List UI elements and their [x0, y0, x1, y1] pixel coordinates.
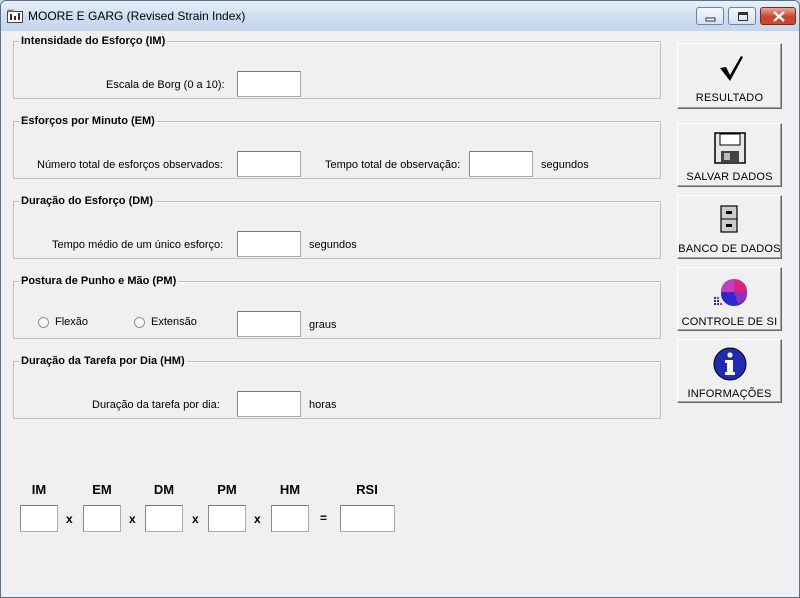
flexion-label: Flexão: [55, 316, 89, 328]
client-area: Intensidade do Esforço (IM) Escala de Bo…: [1, 31, 799, 597]
effort-duration-unit: segundos: [309, 239, 357, 251]
title-bar[interactable]: MOORE E GARG (Revised Strain Index): [1, 1, 799, 31]
observation-time-label: Tempo total de observação:: [325, 159, 461, 171]
group-hm: Duração da Tarefa por Dia (HM) Duração d…: [13, 355, 661, 419]
observation-time-unit: segundos: [541, 159, 589, 171]
result-button-label: RESULTADO: [695, 92, 764, 104]
multiply-operator: x: [254, 512, 261, 526]
group-pm-title: Postura de Punho e Mão (PM): [21, 275, 177, 287]
maximize-icon: [738, 12, 748, 21]
file-cabinet-icon: [720, 205, 738, 233]
app-icon: [7, 9, 23, 23]
window-title: MOORE E GARG (Revised Strain Index): [28, 9, 246, 23]
equals-operator: =: [320, 511, 328, 525]
em-result-box: [83, 505, 121, 532]
effort-count-label: Número total de esforços observados:: [37, 159, 223, 171]
dm-result-box: [145, 505, 183, 532]
result-button[interactable]: RESULTADO: [677, 43, 782, 109]
group-im: Intensidade do Esforço (IM) Escala de Bo…: [13, 35, 661, 99]
group-em: Esforços por Minuto (EM) Número total de…: [13, 115, 661, 179]
em-header: EM: [92, 482, 112, 497]
hm-result-box: [271, 505, 309, 532]
task-duration-label: Duração da tarefa por dia:: [92, 399, 220, 411]
pm-result-box: [208, 505, 246, 532]
posture-angle-unit: graus: [309, 319, 337, 331]
multiply-operator: x: [129, 512, 136, 526]
pie-chart-icon: [714, 278, 748, 306]
information-button-label: INFORMAÇÕES: [687, 388, 772, 400]
group-dm: Duração do Esforço (DM) Tempo médio de u…: [13, 195, 661, 259]
group-pm: Postura de Punho e Mão (PM) Flexão Exten…: [13, 275, 661, 339]
flexion-radio[interactable]: [38, 317, 49, 328]
posture-angle-input[interactable]: [237, 311, 301, 337]
information-button[interactable]: INFORMAÇÕES: [677, 339, 782, 403]
maximize-button[interactable]: [728, 7, 756, 25]
floppy-disk-icon: [714, 132, 746, 164]
group-dm-title: Duração do Esforço (DM): [21, 195, 154, 207]
im-result-box: [20, 505, 58, 532]
extension-radio[interactable]: [134, 317, 145, 328]
minimize-icon: [705, 17, 716, 22]
multiply-operator: x: [66, 512, 73, 526]
task-duration-unit: horas: [309, 399, 337, 411]
pm-header: PM: [217, 482, 237, 497]
multiply-operator: x: [192, 512, 199, 526]
minimize-button[interactable]: [696, 7, 724, 25]
checkmark-icon: [720, 56, 743, 81]
extension-label: Extensão: [151, 316, 197, 328]
borg-scale-input[interactable]: [237, 71, 301, 97]
app-window: MOORE E GARG (Revised Strain Index) Inte…: [0, 0, 800, 598]
group-hm-title: Duração da Tarefa por Dia (HM): [21, 355, 185, 367]
group-im-title: Intensidade do Esforço (IM): [21, 35, 166, 47]
close-icon: [773, 11, 785, 22]
info-icon: [713, 347, 747, 381]
effort-duration-label: Tempo médio de um único esforço:: [52, 239, 224, 251]
database-button-label: BANCO DE DADOS: [678, 243, 781, 255]
group-em-title: Esforços por Minuto (EM): [21, 115, 155, 127]
effort-count-input[interactable]: [237, 151, 301, 177]
rsi-header: RSI: [356, 482, 378, 497]
save-data-button-label: SALVAR DADOS: [686, 171, 773, 183]
im-header: IM: [31, 482, 47, 497]
save-data-button[interactable]: SALVAR DADOS: [677, 123, 782, 187]
dm-header: DM: [153, 482, 175, 497]
effort-duration-input[interactable]: [237, 231, 301, 257]
si-control-button[interactable]: CONTROLE DE SI: [677, 267, 782, 331]
borg-scale-label: Escala de Borg (0 a 10):: [106, 79, 225, 91]
hm-header: HM: [279, 482, 301, 497]
task-duration-input[interactable]: [237, 391, 301, 417]
close-button[interactable]: [760, 7, 796, 25]
database-button[interactable]: BANCO DE DADOS: [677, 195, 782, 259]
rsi-result-box: [340, 505, 395, 532]
observation-time-input[interactable]: [469, 151, 533, 177]
si-control-button-label: CONTROLE DE SI: [681, 316, 778, 328]
